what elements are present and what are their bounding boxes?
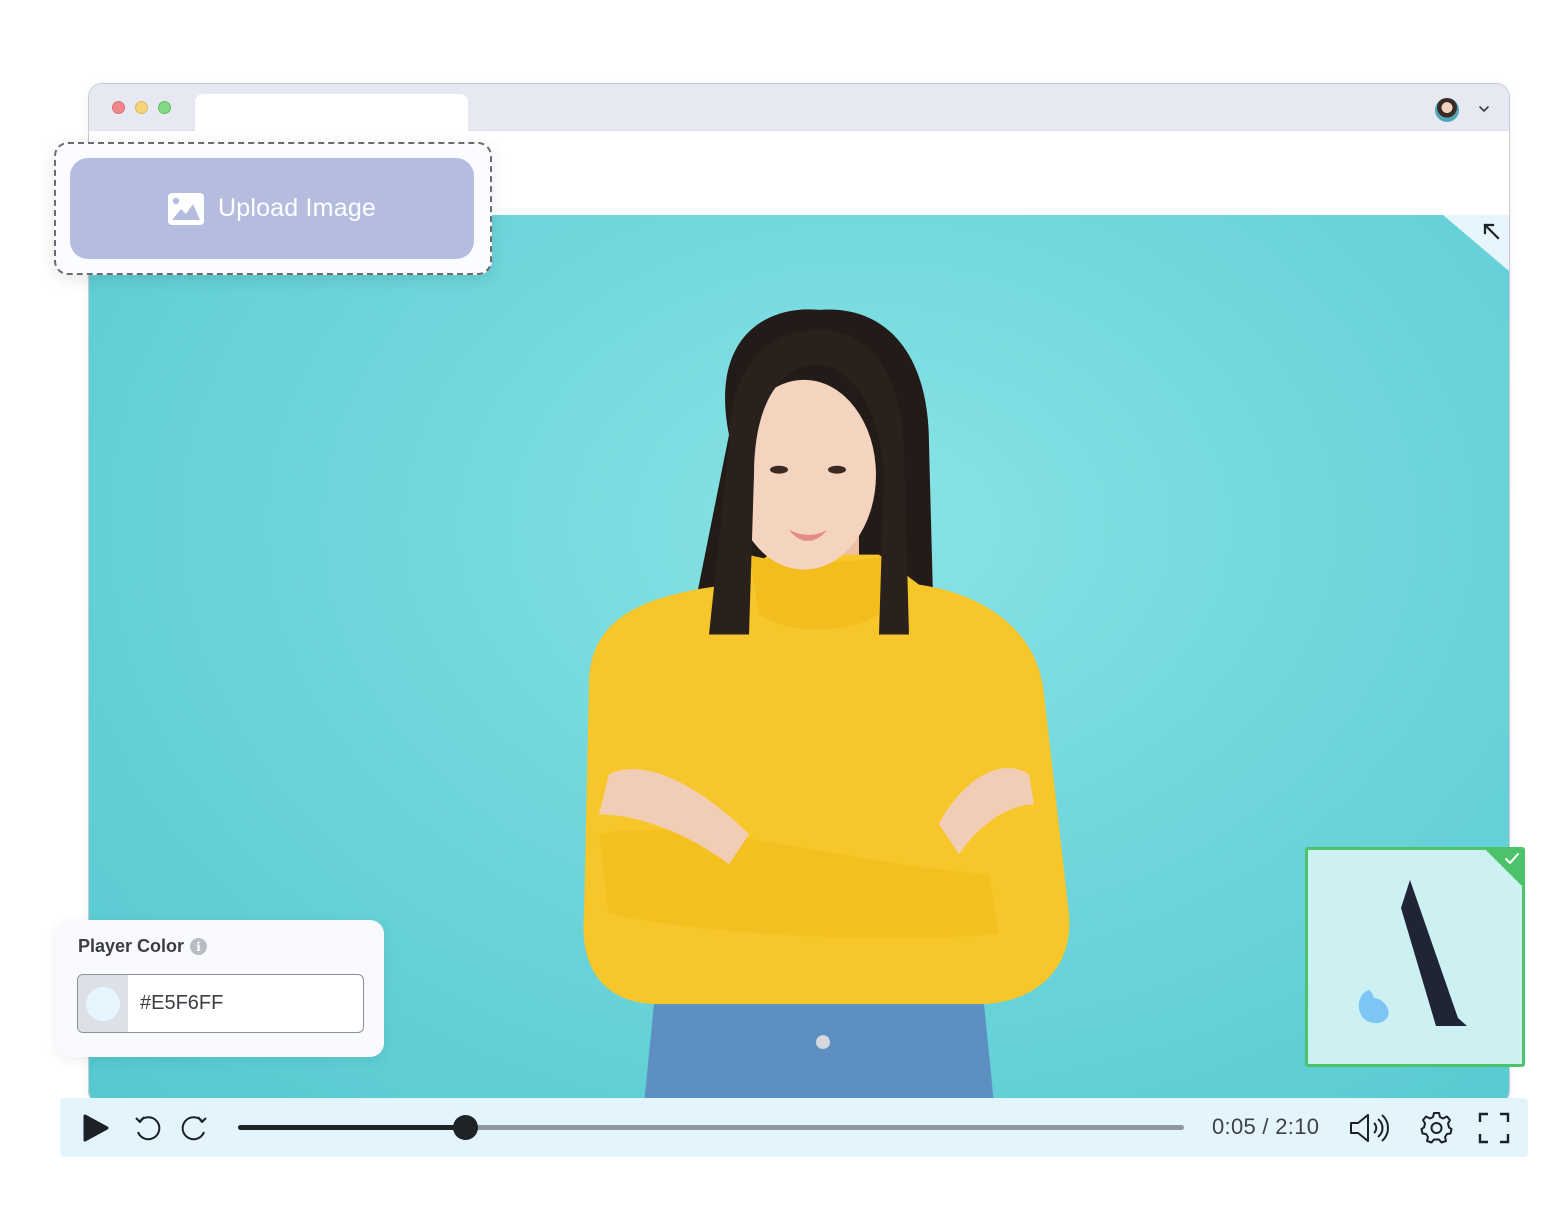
progress-track[interactable] — [238, 1115, 1184, 1140]
chevron-down-icon[interactable] — [1477, 102, 1491, 116]
upload-image-label: Upload Image — [217, 194, 377, 222]
image-icon — [167, 192, 204, 225]
info-icon[interactable]: i — [190, 938, 208, 955]
minimize-window-button[interactable] — [135, 101, 148, 114]
gear-icon[interactable] — [1420, 1111, 1453, 1144]
progress-fill — [238, 1125, 466, 1130]
arrow-up-left-icon[interactable] — [1481, 221, 1503, 243]
player-control-bar: 0:05 / 2:10 — [60, 1098, 1528, 1157]
browser-tab[interactable] — [195, 94, 468, 132]
player-color-value[interactable]: #E5F6FF — [128, 975, 223, 1032]
forward-icon[interactable] — [178, 1112, 210, 1144]
color-swatch — [86, 986, 120, 1021]
player-color-label: Player Color — [78, 936, 185, 956]
close-window-button[interactable] — [112, 101, 125, 114]
color-picker-button[interactable] — [78, 975, 128, 1032]
rewind-icon[interactable] — [132, 1112, 164, 1144]
user-avatar[interactable] — [1435, 98, 1459, 122]
upload-image-button[interactable]: Upload Image — [70, 158, 474, 259]
browser-titlebar — [89, 84, 1509, 132]
upload-image-dropzone[interactable]: Upload Image — [54, 142, 492, 275]
player-color-input[interactable]: #E5F6FF — [77, 974, 364, 1033]
check-icon — [1505, 853, 1519, 864]
progress-thumb[interactable] — [453, 1115, 479, 1140]
logo-thumbnail[interactable] — [1305, 847, 1525, 1067]
player-color-panel: Player Color i #E5F6FF — [56, 920, 384, 1057]
time-display: 0:05 / 2:10 — [1212, 1114, 1320, 1139]
fullscreen-icon[interactable] — [1478, 1112, 1510, 1144]
volume-icon[interactable] — [1348, 1111, 1392, 1145]
play-icon[interactable] — [82, 1113, 110, 1143]
maximize-window-button[interactable] — [158, 101, 171, 114]
player-color-title: Player Color i — [78, 936, 208, 957]
